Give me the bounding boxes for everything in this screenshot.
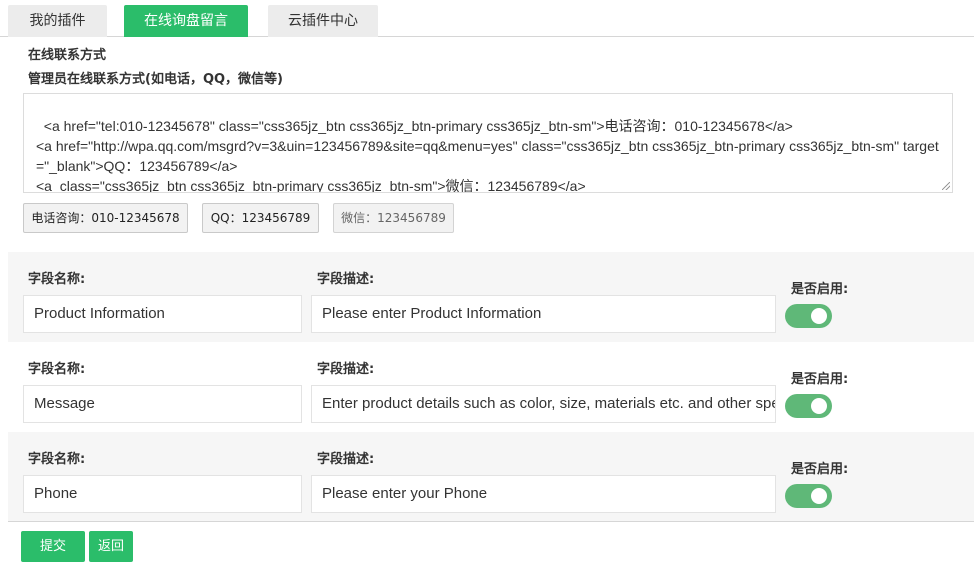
- contact-code-textarea[interactable]: <a href="tel:010-12345678" class="css365…: [23, 93, 953, 193]
- tab-online-inquiry[interactable]: 在线询盘留言: [124, 5, 248, 37]
- field-desc-label: 字段描述:: [317, 272, 375, 287]
- submit-button[interactable]: 提交: [21, 531, 85, 562]
- tab-bar: 我的插件 在线询盘留言 云插件中心: [0, 0, 974, 37]
- field-row: 字段名称: 字段描述: 是否启用: Message Enter product …: [8, 342, 974, 432]
- contact-subtitle: 管理员在线联系方式(如电话，QQ，微信等): [28, 72, 283, 87]
- toggle-knob: [811, 308, 827, 324]
- field-name-label: 字段名称:: [28, 272, 86, 287]
- field-row: 字段名称: 字段描述: 是否启用: Product Information Pl…: [8, 252, 974, 342]
- field-name-input[interactable]: Phone: [23, 475, 302, 513]
- field-name-input[interactable]: Product Information: [23, 295, 302, 333]
- field-name-label: 字段名称:: [28, 362, 86, 377]
- back-button[interactable]: 返回: [89, 531, 133, 562]
- toggle-knob: [811, 488, 827, 504]
- field-enable-toggle[interactable]: [785, 394, 832, 418]
- field-desc-input[interactable]: Enter product details such as color, siz…: [311, 385, 776, 423]
- field-enable-toggle[interactable]: [785, 484, 832, 508]
- contact-code-text: <a href="tel:010-12345678" class="css365…: [36, 118, 939, 193]
- toggle-knob: [811, 398, 827, 414]
- tab-my-plugins[interactable]: 我的插件: [8, 5, 107, 37]
- field-name-label: 字段名称:: [28, 452, 86, 467]
- preview-wechat-button[interactable]: 微信：123456789: [333, 203, 454, 233]
- field-enable-toggle[interactable]: [785, 304, 832, 328]
- preview-qq-button[interactable]: QQ：123456789: [202, 203, 319, 233]
- field-enable-label: 是否启用:: [791, 282, 849, 297]
- field-enable-label: 是否启用:: [791, 462, 849, 477]
- contact-section-title: 在线联系方式: [28, 48, 107, 63]
- preview-phone-button[interactable]: 电话咨询：010-12345678: [23, 203, 188, 233]
- footer-divider: [8, 521, 974, 522]
- field-enable-label: 是否启用:: [791, 372, 849, 387]
- tab-cloud-plugin-center[interactable]: 云插件中心: [268, 5, 378, 37]
- field-desc-label: 字段描述:: [317, 452, 375, 467]
- field-desc-input[interactable]: Please enter Product Information: [311, 295, 776, 333]
- resize-grip-icon[interactable]: [942, 182, 950, 190]
- field-name-input[interactable]: Message: [23, 385, 302, 423]
- field-desc-label: 字段描述:: [317, 362, 375, 377]
- field-desc-input[interactable]: Please enter your Phone: [311, 475, 776, 513]
- field-row: 字段名称: 字段描述: 是否启用: Phone Please enter you…: [8, 432, 974, 522]
